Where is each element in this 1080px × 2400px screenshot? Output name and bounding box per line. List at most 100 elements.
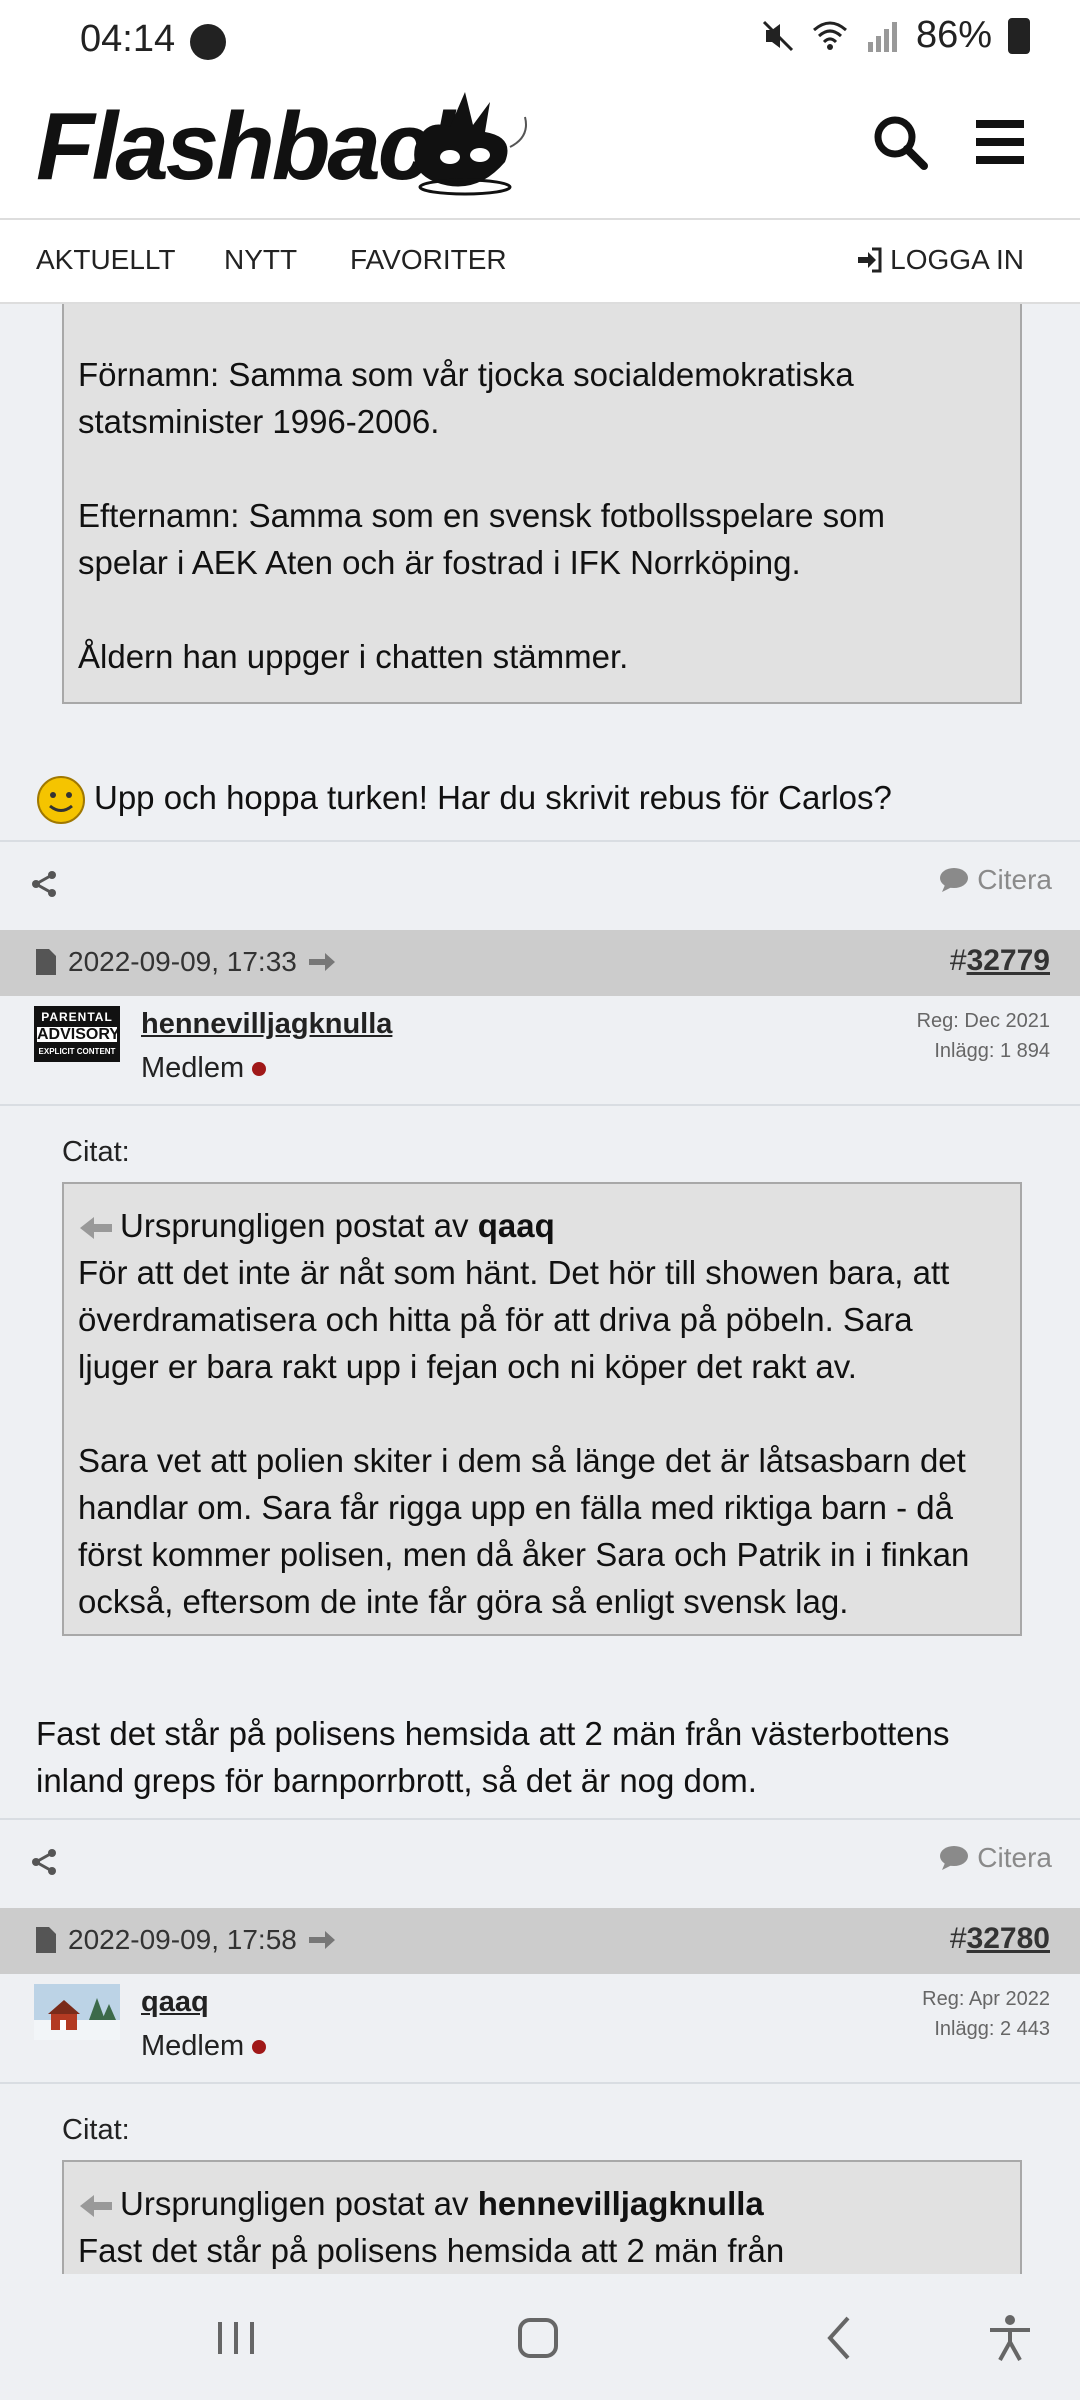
quote-header: Ursprungligen postat av qaaq — [78, 1202, 1004, 1249]
quote-label: Citera — [977, 864, 1052, 895]
login-label: LOGGA IN — [890, 244, 1024, 275]
post-body: Fast det står på polisens hemsida att 2 … — [36, 1710, 949, 1804]
avatar-text: PARENTAL — [41, 1010, 113, 1024]
quote-line: statsminister 1996-2006. — [78, 403, 440, 440]
signal-icon — [867, 21, 897, 52]
quote-line: Sara vet att polien skiter i dem så läng… — [78, 1442, 966, 1479]
mute-icon — [762, 20, 793, 51]
post-date-text: 2022-09-09, 17:33 — [68, 946, 297, 977]
arrow-left-icon[interactable] — [78, 1215, 114, 1241]
status-time: 04:14 — [80, 18, 176, 60]
post-number-link[interactable]: 32779 — [967, 944, 1050, 977]
quote-line: Efternamn: Samma som en svensk fotbollss… — [78, 497, 886, 534]
post-header: 2022-09-09, 17:33 #32779 — [0, 930, 1080, 996]
share-icon[interactable] — [30, 1848, 58, 1876]
quote-button[interactable]: Citera — [939, 1842, 1052, 1874]
login-link[interactable]: LOGGA IN — [856, 244, 1024, 276]
quote-line: Förnamn: Samma som vår tjocka socialdemo… — [78, 356, 854, 393]
quote-intro: Ursprungligen postat av — [120, 1207, 469, 1244]
post-count: Inlägg: 2 443 — [934, 2018, 1050, 2040]
quote-intro: Ursprungligen postat av — [120, 2185, 469, 2222]
reg-date: Reg: Dec 2021 — [916, 1010, 1050, 1032]
post-number[interactable]: #32780 — [950, 1922, 1050, 1956]
arrow-left-icon[interactable] — [78, 2193, 114, 2219]
quote-line: Fast det står på polisens hemsida att 2 … — [78, 2232, 785, 2269]
search-icon[interactable] — [870, 112, 930, 172]
status-bar: 04:14 86% — [0, 0, 1080, 72]
arrow-right-icon[interactable] — [307, 951, 337, 973]
quote-line: överdramatisera och hitta på för att dri… — [78, 1301, 913, 1338]
quote-line: För att det inte är nåt som hänt. Det hö… — [78, 1254, 950, 1291]
avatar[interactable] — [34, 1984, 120, 2040]
quote-line: först kommer polisen, men då åker Sara o… — [78, 1536, 970, 1573]
avatar[interactable]: PARENTAL ADVISORY EXPLICIT CONTENT — [34, 1006, 120, 1062]
user-role-text: Medlem — [141, 2030, 245, 2062]
quote-box: Ursprungligen postat av qaaq För att det… — [62, 1182, 1022, 1636]
post-text: inland greps för barnporrbrott, så det ä… — [36, 1762, 757, 1799]
quote-box: Ursprungligen postat av hennevilljagknul… — [62, 2160, 1022, 2274]
battery-percent: 86% — [915, 14, 992, 56]
post-text: Fast det står på polisens hemsida att 2 … — [36, 1715, 950, 1752]
user-stats: Reg: Apr 2022 Inlägg: 2 443 — [922, 1984, 1050, 2044]
comment-icon — [940, 868, 969, 892]
quote-line: spelar i AEK Aten och är fostrad i IFK N… — [78, 544, 801, 581]
document-icon — [36, 949, 56, 975]
citat-label: Citat: — [62, 1136, 130, 1168]
username-link[interactable]: qaaq — [141, 1986, 209, 2019]
post-actions: Citera — [0, 842, 1080, 930]
call-icon — [190, 24, 226, 60]
post-number-link[interactable]: 32780 — [967, 1922, 1050, 1955]
logo-mascot-icon — [414, 92, 527, 196]
quote-header: Ursprungligen postat av hennevilljagknul… — [78, 2180, 1004, 2227]
avatar-text: EXPLICIT CONTENT — [38, 1047, 116, 1056]
arrow-right-icon[interactable] — [307, 1929, 337, 1951]
offline-status-dot — [252, 1062, 267, 1077]
menu-icon[interactable] — [972, 116, 1028, 168]
user-stats: Reg: Dec 2021 Inlägg: 1 894 — [917, 1006, 1050, 1066]
user-role: Medlem — [141, 2030, 267, 2063]
back-icon[interactable] — [812, 2310, 868, 2366]
android-nav-bar — [0, 2274, 1080, 2400]
nav-nytt[interactable]: NYTT — [224, 244, 297, 276]
post-date-text: 2022-09-09, 17:58 — [68, 1924, 297, 1955]
document-icon — [36, 1927, 56, 1953]
post-text: Upp och hoppa turken! Har du skrivit reb… — [94, 779, 892, 816]
post-body: Upp och hoppa turken! Har du skrivit reb… — [36, 774, 892, 825]
site-header: Flashback — [0, 72, 1080, 220]
post-number-prefix: # — [949, 944, 967, 977]
top-nav: AKTUELLT NYTT FAVORITER LOGGA IN — [0, 220, 1080, 304]
nav-favoriter[interactable]: FAVORITER — [350, 244, 507, 276]
username-link[interactable]: hennevilljagknulla — [141, 1008, 392, 1041]
reg-date: Reg: Apr 2022 — [922, 1988, 1050, 2010]
citat-label: Citat: — [62, 2114, 130, 2146]
post-number-prefix: # — [949, 1922, 967, 1955]
recent-apps-icon[interactable] — [208, 2310, 264, 2366]
share-icon[interactable] — [30, 870, 58, 898]
quote-label: Citera — [977, 1842, 1052, 1873]
status-right: 86% — [760, 14, 1030, 57]
post-user: PARENTAL ADVISORY EXPLICIT CONTENT henne… — [0, 996, 1080, 1106]
post-user: qaaq Medlem Reg: Apr 2022 Inlägg: 2 443 — [0, 1974, 1080, 2084]
quote-line: Åldern han uppger i chatten stämmer. — [78, 638, 629, 675]
post-number[interactable]: #32779 — [950, 944, 1050, 978]
comment-icon — [940, 1846, 969, 1870]
post-date: 2022-09-09, 17:58 — [34, 1924, 337, 1956]
home-icon[interactable] — [510, 2310, 566, 2366]
avatar-text: ADVISORY — [37, 1026, 120, 1043]
post-actions: Citera — [0, 1820, 1080, 1908]
quote-button[interactable]: Citera — [939, 864, 1052, 896]
login-icon — [858, 247, 882, 273]
wifi-icon — [812, 21, 847, 50]
smiley-icon — [37, 776, 85, 825]
post-date: 2022-09-09, 17:33 — [34, 946, 337, 978]
user-role: Medlem — [141, 1052, 267, 1085]
user-role-text: Medlem — [141, 1052, 245, 1084]
thread-content: Förnamn: Samma som vår tjocka socialdemo… — [0, 304, 1080, 2274]
quote-line: handlar om. Sara får rigga upp en fälla … — [78, 1489, 953, 1526]
quote-line: också, eftersom de inte får göra så enli… — [78, 1583, 849, 1620]
offline-status-dot — [252, 2040, 267, 2055]
battery-icon — [1008, 17, 1030, 54]
accessibility-icon[interactable] — [982, 2310, 1038, 2366]
quote-line: ljuger er bara rakt upp i fejan och ni k… — [78, 1348, 857, 1385]
nav-aktuellt[interactable]: AKTUELLT — [36, 244, 176, 276]
